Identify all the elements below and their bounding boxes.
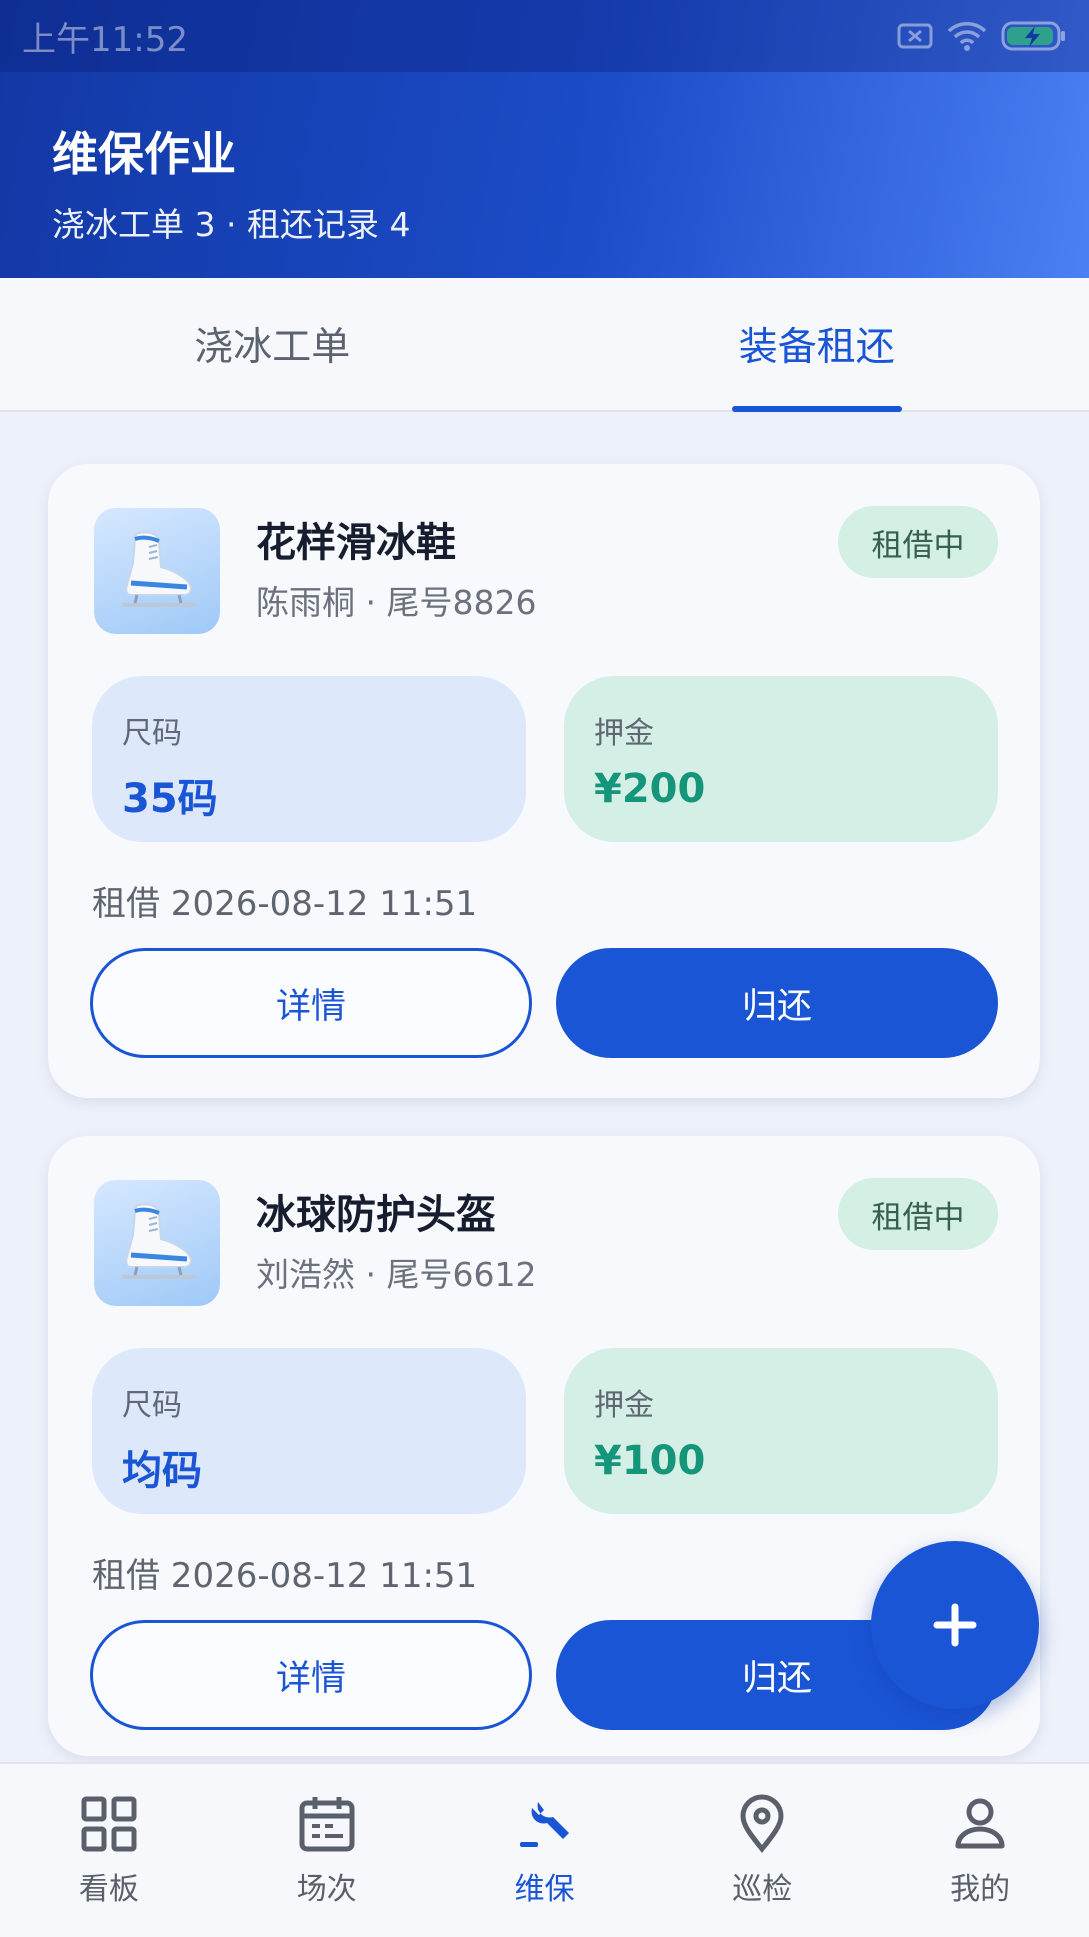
plus-icon [933, 1603, 977, 1647]
item-name: 冰球防护头盔 [256, 1192, 496, 1238]
wifi-icon [947, 22, 987, 51]
nav-label: 场次 [296, 1871, 357, 1907]
nav-item-profile[interactable]: 我的 [871, 1764, 1089, 1937]
deposit-value: ¥200 [594, 766, 706, 812]
nav-label: 我的 [950, 1871, 1011, 1907]
deposit-label: 押金 [594, 716, 654, 751]
nav-item-dashboard[interactable]: 看板 [0, 1764, 218, 1937]
calendar-icon [299, 1796, 355, 1851]
size-label: 尺码 [122, 716, 182, 751]
bottom-nav: 看板 场次 维保 巡检 我的 [0, 1762, 1089, 1937]
status-bar: 上午11:52 [0, 0, 1089, 72]
rent-time: 租借 2026-08-12 11:51 [92, 1556, 478, 1596]
size-value: 均码 [122, 1448, 202, 1494]
battery-charging-icon [1001, 21, 1065, 51]
size-value: 35码 [122, 776, 218, 822]
nav-item-patrol[interactable]: 巡检 [653, 1764, 871, 1937]
return-button[interactable]: 归还 [556, 948, 998, 1058]
ice-skate-icon [94, 508, 220, 634]
tab-equipment-rental[interactable]: 装备租还 [545, 278, 1089, 410]
nav-item-sessions[interactable]: 场次 [218, 1764, 436, 1937]
status-badge: 租借中 [838, 1178, 998, 1250]
app-header: 上午11:52 维保作业 浇冰工单 3 · 租还记录 4 [0, 0, 1089, 278]
sim-error-icon [897, 23, 933, 49]
deposit-label: 押金 [594, 1388, 654, 1423]
wrench-icon [520, 1801, 570, 1847]
detail-button[interactable]: 详情 [90, 1620, 532, 1730]
size-info: 尺码 35码 [92, 676, 526, 842]
size-info: 尺码 均码 [92, 1348, 526, 1514]
user-icon [955, 1798, 1005, 1848]
add-button[interactable] [871, 1541, 1039, 1709]
item-renter: 刘浩然 · 尾号6612 [256, 1255, 537, 1294]
nav-item-maintenance[interactable]: 维保 [436, 1764, 654, 1937]
item-renter: 陈雨桐 · 尾号8826 [256, 583, 537, 622]
size-label: 尺码 [122, 1388, 182, 1423]
deposit-info: 押金 ¥200 [564, 676, 998, 842]
status-time: 上午11:52 [22, 19, 188, 60]
page-subtitle: 浇冰工单 3 · 租还记录 4 [52, 205, 411, 244]
nav-label: 巡检 [732, 1871, 793, 1907]
item-name: 花样滑冰鞋 [256, 520, 456, 566]
page-title: 维保作业 [52, 127, 236, 181]
tab-bar: 浇冰工单 装备租还 [0, 278, 1089, 412]
rent-time: 租借 2026-08-12 11:51 [92, 884, 478, 924]
deposit-value: ¥100 [594, 1438, 706, 1484]
status-badge: 租借中 [838, 506, 998, 578]
ice-skate-icon [94, 1180, 220, 1306]
location-pin-icon [740, 1794, 784, 1853]
status-icons [897, 20, 1067, 52]
rental-card: 花样滑冰鞋 陈雨桐 · 尾号8826 租借中 尺码 35码 押金 ¥200 租借… [48, 464, 1040, 1098]
nav-label: 维保 [514, 1871, 575, 1907]
detail-button[interactable]: 详情 [90, 948, 532, 1058]
tab-ice-resurfacing-orders[interactable]: 浇冰工单 [0, 278, 545, 410]
grid-icon [81, 1796, 137, 1851]
deposit-info: 押金 ¥100 [564, 1348, 998, 1514]
nav-label: 看板 [78, 1871, 139, 1907]
